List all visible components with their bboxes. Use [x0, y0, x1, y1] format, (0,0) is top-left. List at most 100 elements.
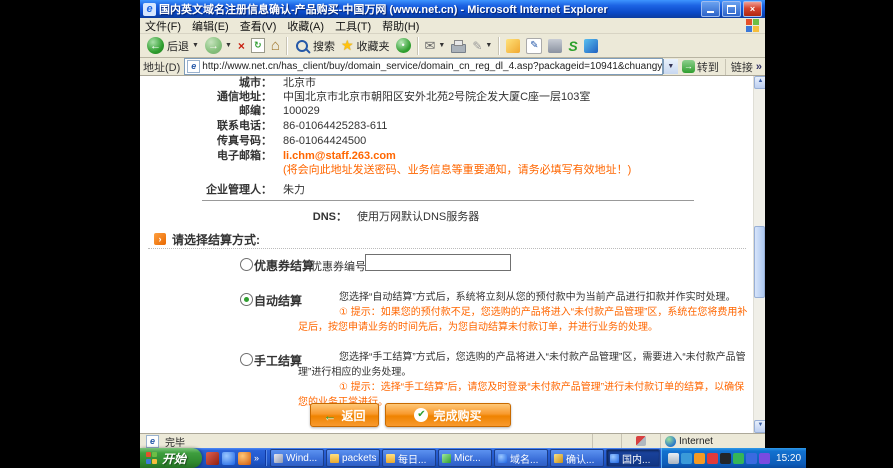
ie-task-icon — [610, 454, 619, 463]
window-title: 国内英文域名注册信息确认-产品购买-中国万网 (www.net.cn) - Mi… — [159, 1, 699, 17]
payment-title: 请选择结算方式: — [172, 231, 260, 248]
coupon-radio[interactable] — [240, 258, 253, 271]
quicklaunch-ie-icon[interactable] — [222, 452, 235, 465]
desktop-screen: 国内英文域名注册信息确认-产品购买-中国万网 (www.net.cn) - Mi… — [140, 0, 765, 468]
forward-dropdown-icon[interactable] — [225, 42, 232, 49]
close-button[interactable] — [743, 1, 762, 17]
coupon-code-input[interactable] — [365, 254, 511, 271]
menu-tools[interactable]: 工具(T) — [335, 18, 371, 34]
taskbar-divider — [265, 450, 267, 466]
edit-dropdown-icon[interactable] — [485, 42, 492, 49]
im-button[interactable] — [581, 38, 601, 54]
quick-launch — [202, 452, 263, 465]
go-button[interactable]: 转到 — [682, 59, 719, 75]
home-button[interactable] — [268, 37, 283, 54]
messenger-icon — [506, 39, 520, 53]
links-button[interactable]: 链接 — [725, 59, 762, 75]
edit-button[interactable] — [469, 38, 495, 54]
mail-button[interactable] — [422, 37, 449, 55]
windows-flag-icon — [146, 452, 158, 464]
tray-icon[interactable] — [694, 453, 705, 464]
pencil-icon — [526, 38, 542, 54]
field-value: 北京市 — [283, 77, 750, 90]
forward-icon — [205, 37, 222, 54]
menu-favorites[interactable]: 收藏(A) — [287, 18, 324, 34]
coupon-option-label: 优惠券结算 — [254, 257, 314, 274]
complete-purchase-button[interactable]: 完成购买 — [385, 403, 511, 427]
restore-button[interactable] — [722, 1, 741, 17]
scroll-up-button[interactable] — [754, 76, 765, 89]
email-note: (将会向此地址发送密码、业务信息等重要通知，请务必填写有效地址！) — [140, 164, 754, 178]
field-zipcode: 邮编： 100029 — [140, 105, 754, 119]
task-label: 国内... — [622, 451, 650, 466]
menu-file[interactable]: 文件(F) — [145, 18, 181, 34]
forward-button[interactable] — [202, 36, 235, 55]
task-button[interactable]: 每日... — [382, 449, 436, 467]
task-button[interactable]: 确认... — [550, 449, 604, 467]
history-button[interactable] — [393, 37, 414, 54]
status-pane-empty — [592, 434, 621, 448]
plugin-button[interactable] — [565, 37, 580, 55]
task-label: Micr... — [454, 453, 481, 464]
manual-settle-desc: 您选择“手工结算”方式后，您选购的产品将进入“未付款产品管理”区，需要进入“未付… — [298, 350, 750, 380]
tray-icon[interactable] — [759, 453, 770, 464]
manual-settle-radio[interactable] — [240, 353, 253, 366]
calculator-button[interactable] — [545, 38, 565, 54]
auto-settle-desc: 您选择“自动结算”方式后，系统将立刻从您的预付款中为当前产品进行扣款并作实时处理… — [298, 290, 750, 305]
quicklaunch-icon[interactable] — [206, 452, 219, 465]
tray-icon[interactable] — [733, 453, 744, 464]
auto-settle-tip: ① 提示：如果您的预付款不足，您选购的产品将进入“未付款产品管理”区，系统在您将… — [298, 305, 750, 335]
return-label: 返回 — [341, 407, 365, 424]
scrollbar-thumb[interactable] — [754, 226, 765, 298]
search-button[interactable]: 搜索 — [291, 37, 338, 55]
messenger-button[interactable] — [503, 38, 523, 54]
printer-tray-icon[interactable] — [668, 453, 679, 464]
search-label: 搜索 — [313, 38, 335, 54]
field-label: 邮编： — [140, 105, 272, 118]
auto-option-label: 自动结算 — [254, 292, 302, 309]
scroll-down-button[interactable] — [754, 420, 765, 433]
start-button[interactable]: 开始 — [140, 448, 202, 468]
back-button[interactable]: 后退 — [144, 36, 202, 55]
address-combo[interactable]: http://www.net.cn/has_client/buy/domain_… — [184, 58, 663, 75]
clock[interactable]: 15:20 — [776, 453, 801, 464]
tray-icon[interactable] — [707, 453, 718, 464]
back-dropdown-icon[interactable] — [192, 42, 199, 49]
stop-button[interactable] — [235, 38, 248, 54]
auto-settle-radio[interactable] — [240, 293, 253, 306]
task-button[interactable]: 国内... — [606, 449, 660, 467]
return-button[interactable]: 返回 — [310, 403, 379, 427]
address-dropdown-button[interactable] — [663, 59, 678, 74]
vertical-scrollbar[interactable] — [753, 76, 765, 433]
tray-icon[interactable] — [720, 453, 731, 464]
task-button[interactable]: Wind... — [270, 449, 324, 467]
task-button[interactable]: 域名... — [494, 449, 548, 467]
field-value: li.chm@staff.263.com — [283, 150, 750, 163]
print-button[interactable] — [448, 38, 469, 54]
menu-view[interactable]: 查看(V) — [240, 18, 277, 34]
quicklaunch-icon[interactable] — [238, 452, 251, 465]
status-zone-pane: Internet — [660, 434, 765, 448]
notes-button[interactable] — [523, 37, 545, 55]
task-label: packets — [342, 453, 376, 464]
menu-edit[interactable]: 编辑(E) — [192, 18, 229, 34]
url-text[interactable]: http://www.net.cn/has_client/buy/domain_… — [202, 61, 662, 72]
field-label: 传真号码： — [140, 135, 272, 148]
tray-icon[interactable] — [681, 453, 692, 464]
title-bar[interactable]: 国内英文域名注册信息确认-产品购买-中国万网 (www.net.cn) - Mi… — [140, 0, 765, 18]
mail-dropdown-icon[interactable] — [438, 42, 445, 49]
task-app-icon — [554, 454, 563, 463]
task-button[interactable]: packets — [326, 449, 380, 467]
favorites-button[interactable]: 收藏夹 — [338, 36, 393, 55]
back-label: 后退 — [167, 38, 189, 54]
tray-icon[interactable] — [746, 453, 757, 464]
task-label: 每日... — [398, 451, 426, 466]
refresh-button[interactable] — [248, 37, 268, 54]
task-button[interactable]: Micr... — [438, 449, 492, 467]
minimize-button[interactable] — [701, 1, 720, 17]
field-value: 中国北京市北京市朝阳区安外北苑2号院企发大厦C座一层103室 — [283, 91, 750, 104]
quicklaunch-overflow-icon[interactable] — [254, 453, 259, 463]
field-email: 电子邮箱： li.chm@staff.263.com — [140, 150, 754, 164]
toolbar-separator — [417, 37, 419, 55]
menu-help[interactable]: 帮助(H) — [382, 18, 419, 34]
